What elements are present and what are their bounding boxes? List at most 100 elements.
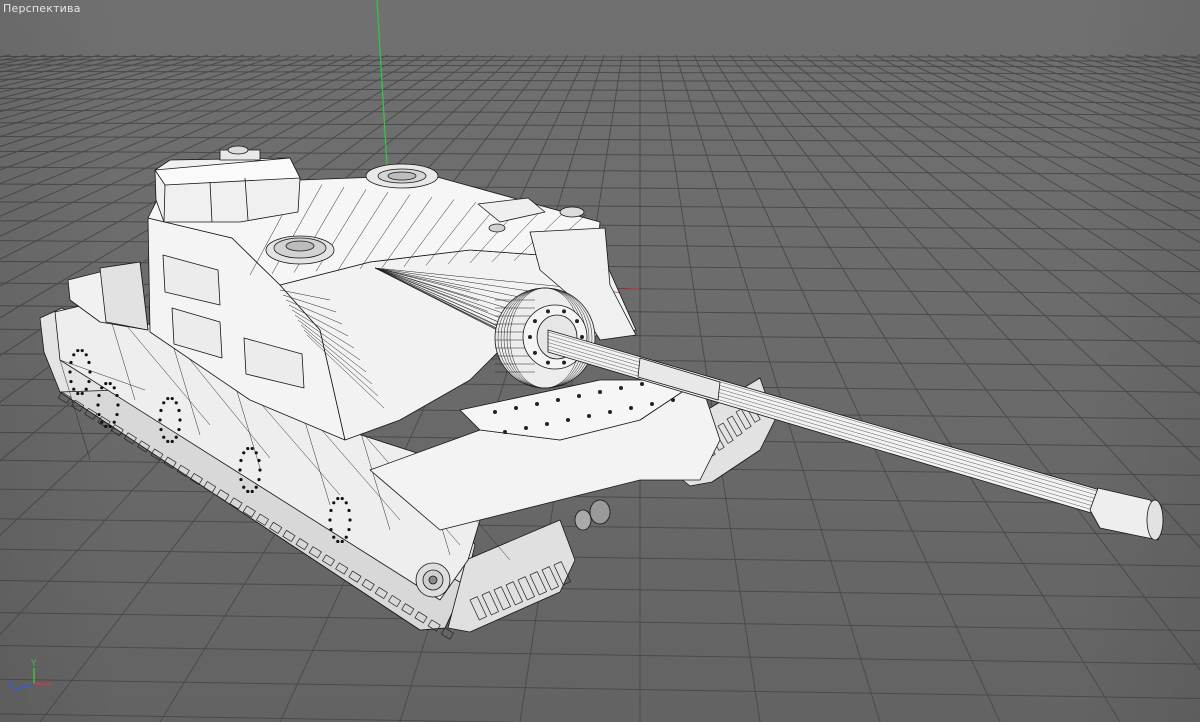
wheel-bolt xyxy=(170,396,174,401)
wheel-bolt xyxy=(80,391,84,396)
wheel-bolt xyxy=(76,348,80,353)
wheel-bolt xyxy=(336,539,340,544)
wheel-bolt xyxy=(80,348,84,353)
wheel-bolt xyxy=(344,535,348,539)
wheel-bolt xyxy=(97,412,101,417)
wheel-bolt xyxy=(242,451,246,455)
wheel-bolt xyxy=(250,489,254,494)
wheel-bolt xyxy=(108,424,112,429)
wheel-bolt xyxy=(104,381,108,386)
wheel-bolt xyxy=(159,427,163,432)
wheel-bolt xyxy=(239,458,243,463)
wheel-bolt xyxy=(115,412,119,417)
bolt xyxy=(556,398,560,402)
bolt xyxy=(528,335,532,339)
wheel-bolt xyxy=(239,477,243,482)
wheel-bolt xyxy=(258,468,262,472)
bolt xyxy=(535,402,539,406)
wheel-bolt xyxy=(254,451,258,455)
bolt xyxy=(545,309,550,314)
wheel-bolt xyxy=(250,446,254,451)
bolt xyxy=(566,418,570,422)
wheel-bolt xyxy=(96,403,100,407)
bolt xyxy=(580,335,584,339)
wheel-bolt xyxy=(112,386,116,390)
wheel-bolt xyxy=(158,418,162,422)
wheel-bolt xyxy=(170,439,174,444)
wheel-bolt xyxy=(100,386,104,390)
wheel-bolt xyxy=(87,379,91,384)
wheel-bolt xyxy=(246,446,250,451)
bolt xyxy=(671,398,675,402)
wheel-bolt xyxy=(242,485,246,489)
vent-cap[interactable] xyxy=(265,235,335,265)
gizmo-y-label: Y xyxy=(30,659,37,669)
wheel-bolt xyxy=(88,370,92,374)
bolt xyxy=(562,360,567,365)
wheel-bolt xyxy=(84,387,88,391)
gizmo-z-label: Z xyxy=(8,681,14,691)
wheel-bolt xyxy=(329,527,333,532)
bolt xyxy=(587,414,591,418)
wheel-bolt xyxy=(344,501,348,505)
wheel-bolt xyxy=(238,468,242,472)
wheel-bolt xyxy=(116,403,120,407)
wheel-bolt xyxy=(162,435,166,439)
wheel-bolt xyxy=(162,401,166,405)
bolt xyxy=(608,410,612,414)
wheel-bolt xyxy=(69,360,73,365)
bolt xyxy=(575,319,580,324)
wheel-bolt xyxy=(347,527,351,532)
bolt xyxy=(524,426,528,430)
wheel-bolt xyxy=(340,539,344,544)
wheel-bolt xyxy=(178,418,182,422)
wheel-bolt xyxy=(112,420,116,424)
wheel-bolt xyxy=(69,379,73,384)
wheel-bolt xyxy=(87,360,91,365)
perspective-viewport[interactable]: Y Z Перспектива xyxy=(0,0,1200,722)
bolt xyxy=(545,360,550,365)
bolt xyxy=(598,390,602,394)
wheel-bolt xyxy=(177,427,181,432)
viewport-label[interactable]: Перспектива xyxy=(3,2,81,15)
wheel-bolt xyxy=(72,387,76,391)
wheel-bolt xyxy=(72,353,76,357)
wheel-bolt xyxy=(97,393,101,398)
wheel-bolt xyxy=(340,496,344,501)
wheel-bolt xyxy=(254,485,258,489)
wheel-bolt xyxy=(104,424,108,429)
gun-mantlet[interactable] xyxy=(494,287,596,389)
wheel-bolt xyxy=(159,408,163,413)
bolt xyxy=(545,422,549,426)
wheel-bolt xyxy=(257,477,261,482)
wheel-bolt xyxy=(257,458,261,463)
wheel-bolt xyxy=(84,353,88,357)
wheel-bolt xyxy=(108,381,112,386)
drive-sprocket[interactable] xyxy=(415,562,451,598)
bolt xyxy=(514,406,518,410)
wheel-bolt xyxy=(115,393,119,398)
wheel-bolt xyxy=(166,396,170,401)
top-hatch[interactable] xyxy=(365,163,439,189)
wheel-bolt xyxy=(174,435,178,439)
wheel-bolt xyxy=(68,370,72,374)
wheel-bolt xyxy=(246,489,250,494)
wheel-bolt xyxy=(332,535,336,539)
wheel-bolt xyxy=(100,420,104,424)
bolt xyxy=(619,386,623,390)
wheel-bolt xyxy=(174,401,178,405)
bolt xyxy=(562,309,567,314)
bolt xyxy=(629,406,633,410)
bolt xyxy=(640,382,644,386)
bolt xyxy=(503,430,507,434)
wheel-bolt xyxy=(348,518,352,522)
wheel-bolt xyxy=(177,408,181,413)
bolt xyxy=(532,319,537,324)
bolt xyxy=(650,402,654,406)
wheel-bolt xyxy=(336,496,340,501)
scene-canvas[interactable]: Y Z xyxy=(0,0,1200,722)
wheel-bolt xyxy=(166,439,170,444)
bolt xyxy=(577,394,581,398)
bolt xyxy=(532,350,537,355)
wheel-bolt xyxy=(347,508,351,513)
